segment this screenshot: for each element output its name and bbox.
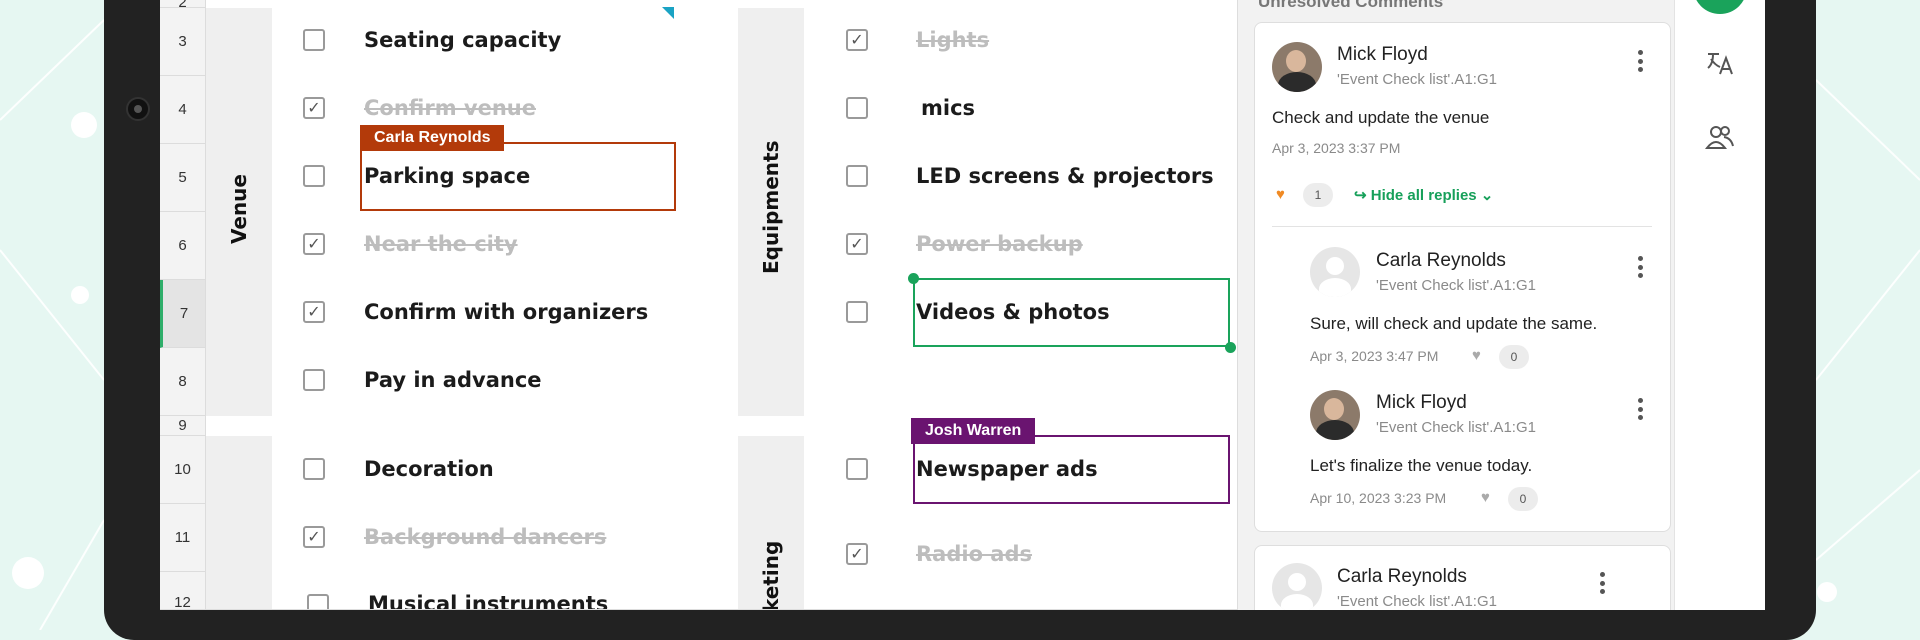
row-number[interactable]: 10 [160,436,205,504]
row-number[interactable]: 6 [160,212,205,280]
checklist-item-done[interactable]: Lights [916,28,989,52]
avatar [1310,247,1360,297]
divider [1272,226,1652,227]
checkbox[interactable] [846,97,868,119]
comments-panel: Unresolved Comments Mick Floyd 'Event Ch… [1237,0,1675,610]
reply-timestamp: Apr 3, 2023 3:47 PM [1310,348,1439,364]
avatar [1272,563,1322,610]
checklist-item[interactable]: Confirm with organizers [364,300,648,324]
checkbox[interactable] [303,369,325,391]
checkbox-checked[interactable]: ✓ [303,526,325,548]
hide-replies-link[interactable]: ↪ Hide all replies ⌄ [1354,186,1493,204]
like-count: 1 [1303,183,1333,207]
comment-author: Carla Reynolds [1337,566,1467,587]
group-label-venue: Venue [227,174,251,244]
checkbox[interactable] [303,458,325,480]
row-header-column: 2 3 4 5 6 7 8 9 10 11 12 [160,0,206,610]
comment-thread[interactable]: Carla Reynolds 'Event Check list'.A1:G1 [1254,545,1671,610]
checkbox[interactable] [846,165,868,187]
checkbox[interactable] [846,301,868,323]
more-options-icon[interactable] [1637,398,1643,420]
comment-author: Mick Floyd [1337,44,1428,65]
reply-text: Sure, will check and update the same. [1310,314,1598,333]
collaborator-tag-carla: Carla Reynolds [360,125,505,151]
comments-panel-title: Unresolved Comments [1258,0,1444,11]
checklist-item[interactable]: Seating capacity [364,28,561,52]
comment-text: Check and update the venue [1272,108,1490,127]
tablet-camera [126,97,150,121]
group-cell-lower[interactable] [206,436,272,610]
heart-icon[interactable]: ♥ [1481,489,1490,506]
reply-text: Let's finalize the venue today. [1310,456,1533,475]
reply-author: Mick Floyd [1376,392,1467,413]
more-options-icon[interactable] [1637,256,1643,278]
reply-timestamp: Apr 10, 2023 3:23 PM [1310,490,1447,506]
group-label-marketing: keting [759,540,783,610]
checkbox-checked[interactable]: ✓ [846,29,868,51]
reply-reference[interactable]: 'Event Check list'.A1:G1 [1376,419,1536,436]
checklist-item-done[interactable]: Radio ads [916,542,1032,566]
row-number[interactable]: 4 [160,76,205,144]
like-count: 0 [1499,345,1529,369]
row-number[interactable]: 9 [160,416,205,436]
heart-icon[interactable]: ♥ [1472,347,1481,364]
chevron-down-icon: ⌄ [1476,187,1494,204]
row-number[interactable]: 5 [160,144,205,212]
checkbox-checked[interactable]: ✓ [303,97,325,119]
checkbox-checked[interactable]: ✓ [303,233,325,255]
selection-handle-top-left[interactable] [908,273,919,284]
translate-icon [1707,53,1733,75]
reply-author: Carla Reynolds [1376,250,1506,271]
more-options-icon[interactable] [1599,572,1605,594]
avatar [1272,42,1322,92]
checklist-item[interactable]: Pay in advance [364,368,542,392]
checklist-item-done[interactable]: Power backup [916,232,1083,256]
collaborator-selection-carla[interactable] [360,142,676,211]
row-number[interactable]: 11 [160,504,205,572]
checkbox[interactable] [303,29,325,51]
reply-arrow-icon: ↪ [1354,187,1371,204]
row-number[interactable]: 12 [160,572,205,610]
like-count: 0 [1508,487,1538,511]
active-cell-selection[interactable] [913,278,1230,347]
group-label-equipments: Equipments [759,140,783,275]
comment-indicator-icon[interactable] [662,7,674,19]
app-screen: 2 3 4 5 6 7 8 9 10 11 12 Venue Equipment… [160,0,1765,610]
row-number[interactable]: 8 [160,348,205,416]
checkbox[interactable] [307,594,329,610]
checkbox-checked[interactable]: ✓ [303,301,325,323]
row-number-active[interactable]: 7 [160,280,205,348]
comment-timestamp: Apr 3, 2023 3:37 PM [1272,140,1401,156]
language-icon[interactable] [1699,42,1741,84]
comment-thread[interactable]: Mick Floyd 'Event Check list'.A1:G1 Chec… [1254,22,1671,532]
selection-handle-bottom-right[interactable] [1225,342,1236,353]
hide-replies-label: Hide all replies [1370,187,1477,204]
checklist-item-done[interactable]: Background dancers [364,525,606,549]
checklist-item[interactable]: Musical instruments [368,592,608,610]
row-number[interactable]: 3 [160,8,205,76]
checkbox[interactable] [846,458,868,480]
checklist-item-done[interactable]: Confirm venue [364,96,536,120]
add-comment-button[interactable] [1693,0,1747,14]
collaborators-icon[interactable] [1699,116,1741,158]
right-toolbar [1674,0,1765,610]
reply-reference[interactable]: 'Event Check list'.A1:G1 [1376,277,1536,294]
row-number[interactable]: 2 [160,0,205,11]
checklist-item[interactable]: LED screens & projectors [916,164,1214,188]
comment-reference[interactable]: 'Event Check list'.A1:G1 [1337,593,1497,610]
heart-icon[interactable]: ♥ [1276,186,1285,203]
checklist-item-done[interactable]: Near the city [364,232,518,256]
comment-reference[interactable]: 'Event Check list'.A1:G1 [1337,71,1497,88]
checklist-item[interactable]: mics [921,96,975,120]
collaborator-selection-josh[interactable] [913,435,1230,504]
users-icon [1704,126,1734,149]
avatar [1310,390,1360,440]
collaborator-tag-josh: Josh Warren [911,418,1036,444]
checkbox-checked[interactable]: ✓ [846,543,868,565]
checkbox-checked[interactable]: ✓ [846,233,868,255]
checklist-item[interactable]: Decoration [364,457,494,481]
checkbox[interactable] [303,165,325,187]
more-options-icon[interactable] [1637,50,1643,72]
